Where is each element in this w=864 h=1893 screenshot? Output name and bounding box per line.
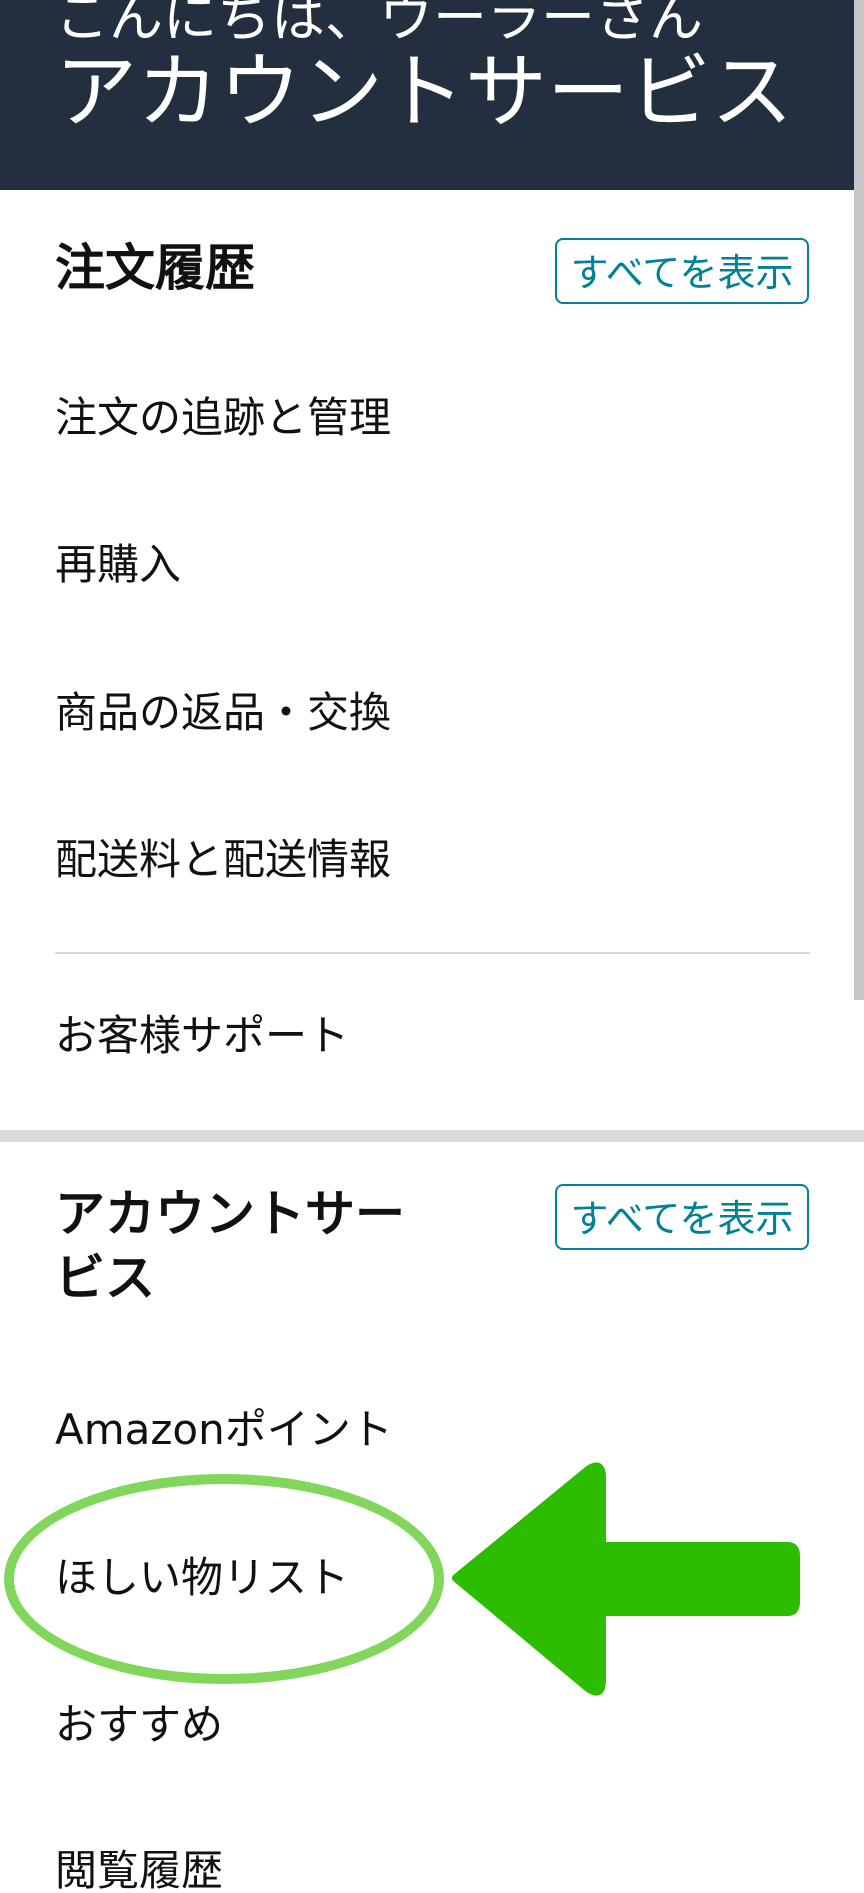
left-arrow-icon (452, 1462, 800, 1696)
header: こんにちは、ウーラーさん アカウントサービス (0, 0, 864, 190)
orders-section-title: 注文履歴 (55, 239, 255, 297)
menu-item-shipping-info[interactable]: 配送料と配送情報 (55, 832, 391, 888)
orders-view-all-button[interactable]: すべてを表示 (555, 238, 809, 304)
menu-item-amazon-points[interactable]: Amazonポイント (55, 1402, 393, 1458)
menu-item-buy-again[interactable]: 再購入 (55, 537, 181, 593)
account-services-page: こんにちは、ウーラーさん アカウントサービス 注文履歴 すべてを表示 注文の追跡… (0, 0, 864, 1893)
account-section-title: アカウントサー ビス (55, 1182, 405, 1310)
menu-item-recommendations[interactable]: おすすめ (55, 1697, 223, 1753)
scrollbar[interactable] (854, 0, 864, 1000)
section-separator (0, 1130, 864, 1142)
menu-item-track-orders[interactable]: 注文の追跡と管理 (55, 390, 391, 446)
divider (55, 952, 810, 954)
account-section-title-line2: ビス (55, 1249, 155, 1307)
account-view-all-button[interactable]: すべてを表示 (555, 1184, 809, 1250)
menu-item-wishlist[interactable]: ほしい物リスト (55, 1550, 349, 1606)
menu-item-browsing-history[interactable]: 閲覧履歴 (55, 1843, 223, 1893)
menu-item-returns[interactable]: 商品の返品・交換 (55, 685, 391, 741)
page-title: アカウントサービス (55, 45, 794, 140)
menu-item-customer-support[interactable]: お客様サポート (55, 1008, 349, 1064)
account-section-title-line1: アカウントサー (55, 1185, 405, 1243)
greeting-text: こんにちは、ウーラーさん (55, 0, 703, 49)
